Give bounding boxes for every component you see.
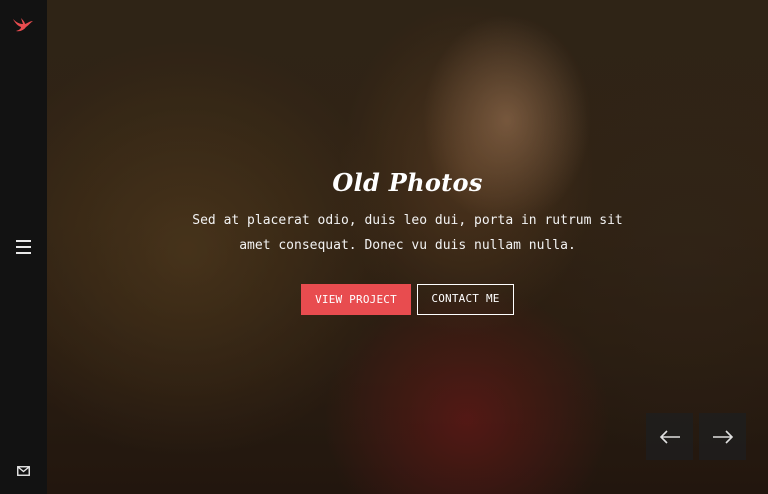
bird-logo-icon[interactable] [12,14,34,34]
view-project-button[interactable]: VIEW PROJECT [301,284,411,315]
sidebar [0,0,47,494]
contact-me-button[interactable]: CONTACT ME [417,284,514,315]
envelope-icon[interactable] [17,461,30,476]
hero-subtitle: Sed at placerat odio, duis leo dui, port… [192,213,623,253]
hero-content: Old Photos Sed at placerat odio, duis le… [47,0,768,494]
hamburger-menu-icon[interactable] [16,240,31,254]
slider-next-button[interactable] [699,413,746,460]
arrow-right-icon [712,429,733,444]
arrow-left-icon [659,429,680,444]
slider-prev-button[interactable] [646,413,693,460]
hero-title: Old Photos [332,168,483,197]
